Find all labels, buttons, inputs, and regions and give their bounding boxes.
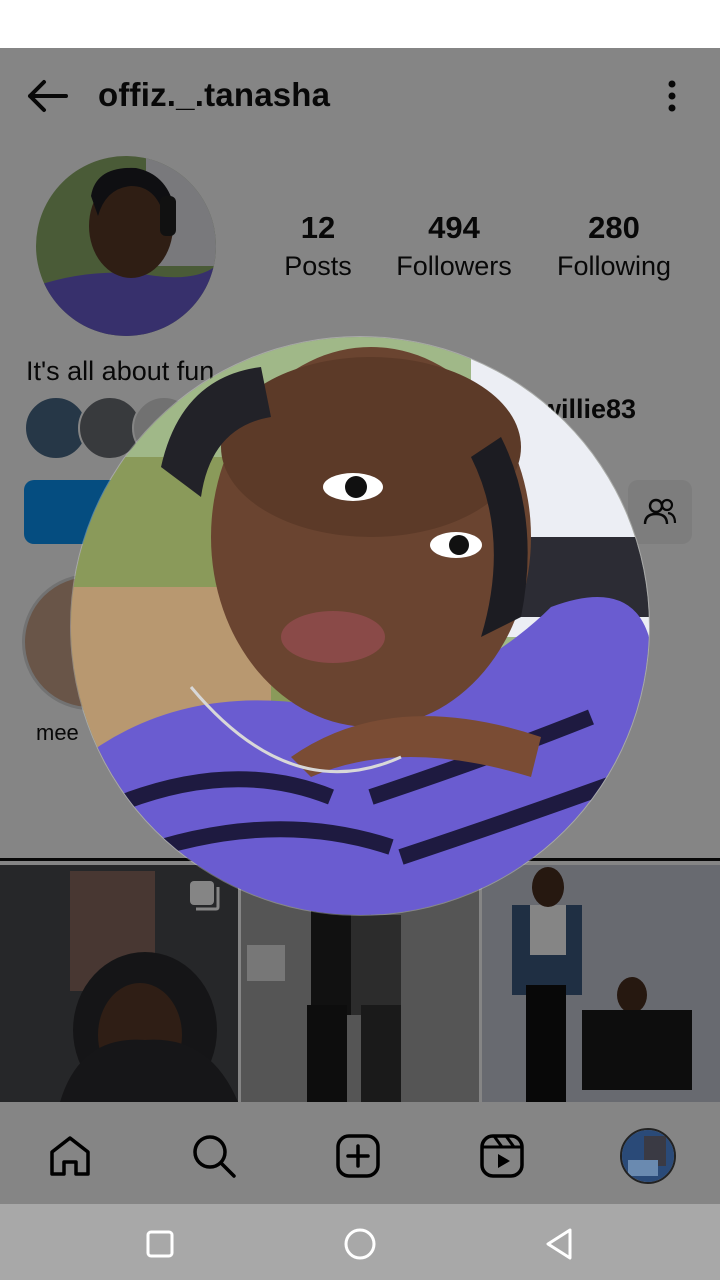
- enlarged-profile-photo[interactable]: [71, 337, 649, 915]
- profile-avatar-icon: [622, 1130, 674, 1182]
- home-circle-icon: [344, 1228, 376, 1260]
- reels-icon: [480, 1134, 524, 1178]
- nav-home[interactable]: [44, 1130, 96, 1182]
- nav-profile[interactable]: [620, 1128, 676, 1184]
- profile-photo-large: [71, 337, 649, 915]
- search-icon: [193, 1135, 236, 1178]
- home-icon: [50, 1136, 90, 1176]
- system-back-button[interactable]: [540, 1224, 580, 1264]
- nav-create[interactable]: [332, 1130, 384, 1182]
- system-home-button[interactable]: [340, 1224, 380, 1264]
- create-icon: [336, 1134, 380, 1178]
- status-bar: [0, 0, 720, 48]
- nav-reels[interactable]: [476, 1130, 528, 1182]
- back-triangle-icon: [546, 1228, 572, 1260]
- recent-apps-button[interactable]: [140, 1224, 180, 1264]
- nav-search[interactable]: [188, 1130, 240, 1182]
- recent-apps-icon: [146, 1230, 174, 1258]
- profile-screen: offiz._.tanasha 12 Posts 494 Followers 2…: [0, 48, 720, 1204]
- bottom-navigation: [0, 1108, 720, 1204]
- system-navigation-bar: [0, 1204, 720, 1280]
